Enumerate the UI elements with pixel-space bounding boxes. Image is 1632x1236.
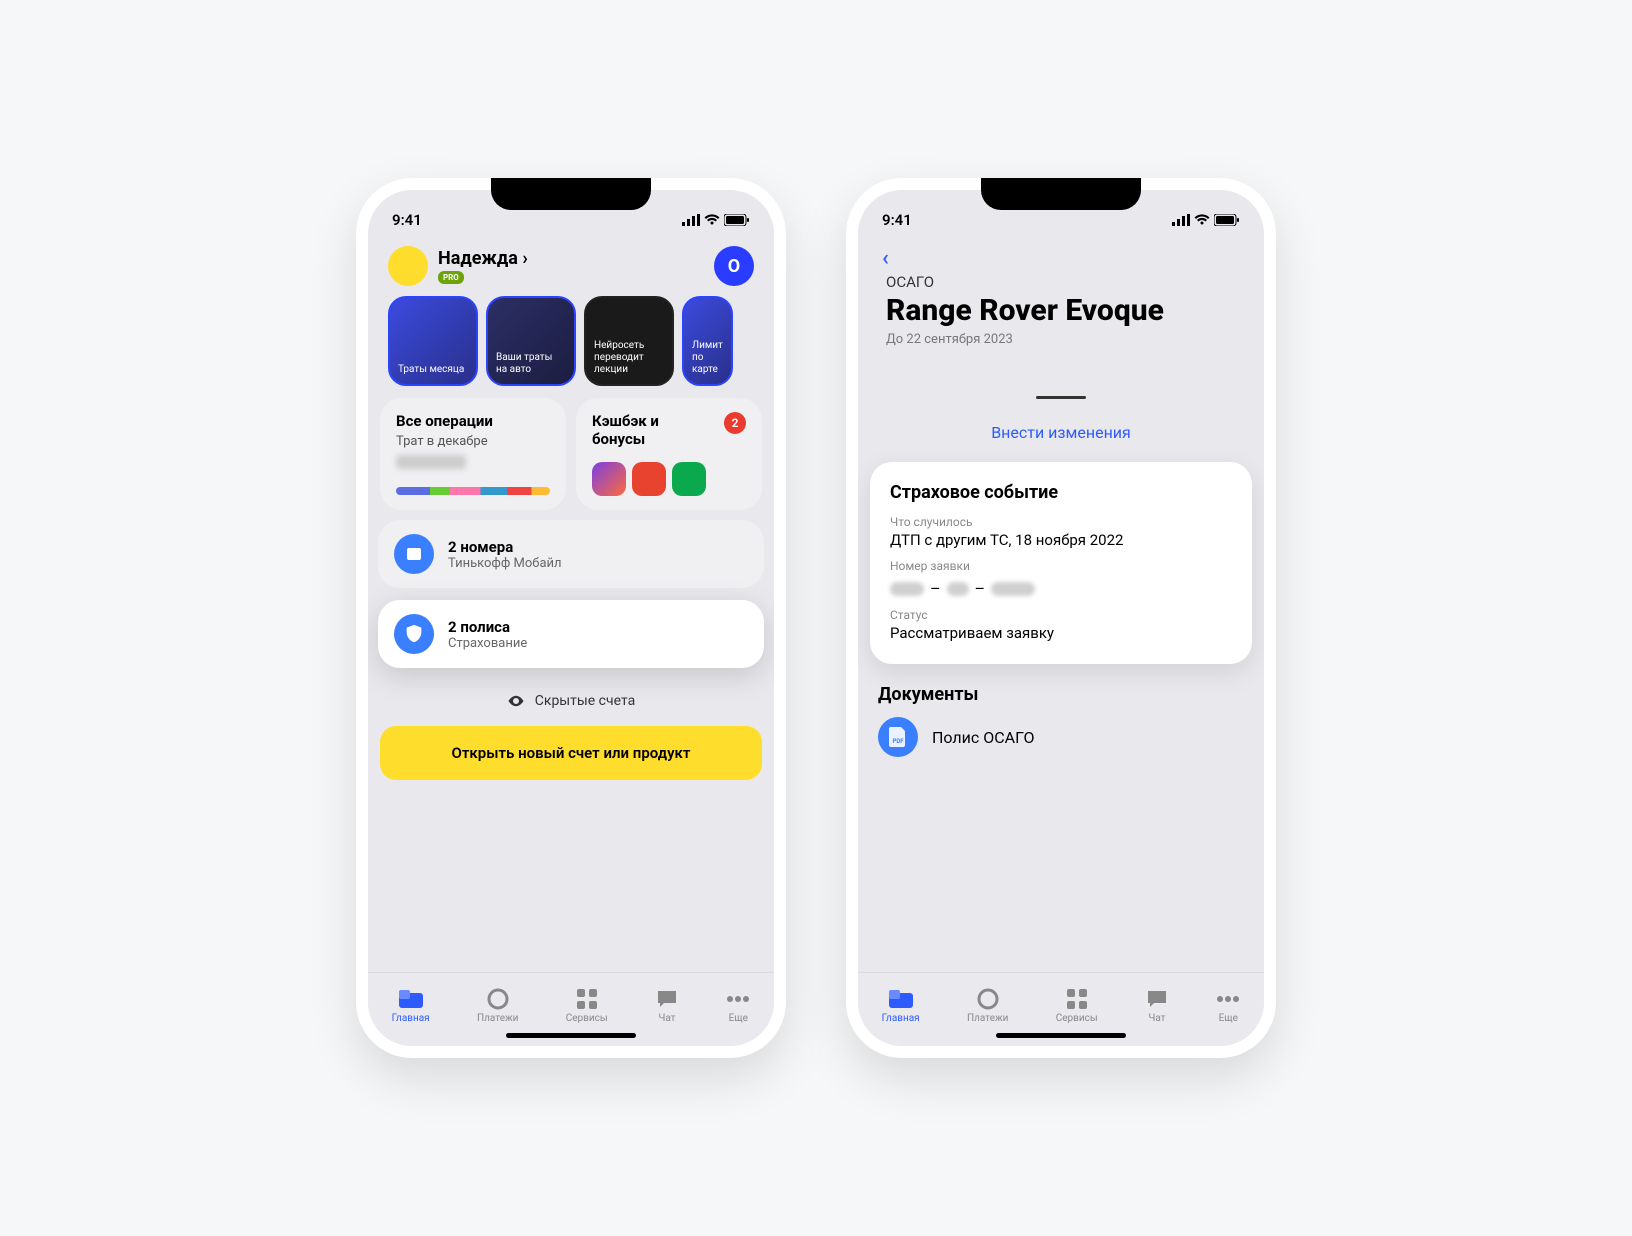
delivery-icon: [632, 462, 666, 496]
cellular-icon: [1172, 214, 1190, 226]
tab-payments[interactable]: Платежи: [477, 988, 518, 1024]
payments-icon: [976, 988, 1000, 1010]
services-icon: [575, 988, 599, 1010]
back-button[interactable]: ‹: [868, 238, 1254, 271]
chat-icon: [655, 988, 679, 1010]
cashback-card[interactable]: Кэшбэк и бонусы 2: [576, 398, 762, 510]
cashback-icons: [592, 462, 746, 496]
phone-policy: 9:41 ‹ ОСАГО Range Rover Evoque До 22 се…: [846, 178, 1276, 1058]
home-indicator: [506, 1033, 636, 1038]
tab-services[interactable]: Сервисы: [1056, 988, 1098, 1024]
tab-chat[interactable]: Чат: [1145, 988, 1169, 1024]
more-icon: [1216, 988, 1240, 1010]
insurance-item[interactable]: 2 полиса Страхование: [378, 600, 764, 668]
services-icon: [1065, 988, 1089, 1010]
story-ai[interactable]: Нейросеть переводит лекции: [584, 296, 674, 386]
home-icon: [399, 988, 423, 1010]
profile-header[interactable]: Надежда › PRO: [388, 246, 528, 286]
more-icon: [726, 988, 750, 1010]
event-status-value: Рассматриваем заявку: [890, 624, 1232, 642]
tab-services[interactable]: Сервисы: [566, 988, 608, 1024]
tab-more[interactable]: Еще: [726, 988, 750, 1024]
event-what-value: ДТП с другим ТС, 18 ноября 2022: [890, 531, 1232, 549]
status-time: 9:41: [882, 211, 912, 229]
status-icons: [1172, 214, 1240, 226]
status-time: 9:41: [392, 211, 422, 229]
cellular-icon: [682, 214, 700, 226]
sim-icon: [394, 534, 434, 574]
battery-icon: [1214, 214, 1240, 226]
story-limit[interactable]: Лимит по карте: [682, 296, 733, 386]
insurance-sub: Страхование: [448, 636, 527, 651]
event-what-label: Что случилось: [890, 515, 1232, 529]
tab-home[interactable]: Главная: [882, 988, 920, 1024]
ops-sub: Трат в декабре: [396, 434, 550, 449]
story-auto[interactable]: Ваши траты на авто: [486, 296, 576, 386]
document-policy[interactable]: PDF Полис ОСАГО: [868, 717, 1254, 771]
hidden-accounts[interactable]: Скрытые счета: [378, 680, 764, 726]
eye-icon: [507, 692, 525, 710]
edit-policy-link[interactable]: Внести изменения: [868, 399, 1254, 462]
policy-type: ОСАГО: [886, 273, 1236, 291]
wifi-icon: [1194, 214, 1210, 226]
stories-row: Траты месяца Ваши траты на авто Нейросет…: [378, 292, 764, 398]
chat-icon: [1145, 988, 1169, 1010]
story-spending[interactable]: Траты месяца: [388, 296, 478, 386]
user-name: Надежда ›: [438, 248, 528, 269]
mobile-item[interactable]: 2 номера Тинькофф Мобайл: [378, 520, 764, 588]
event-heading: Страховое событие: [890, 482, 1232, 503]
home-indicator: [996, 1033, 1126, 1038]
ops-title: Все операции: [396, 412, 550, 430]
wifi-icon: [704, 214, 720, 226]
notch: [491, 178, 651, 210]
chevron-left-icon: ‹: [882, 246, 889, 271]
open-product-button[interactable]: Открыть новый счет или продукт: [380, 726, 762, 780]
documents-heading: Документы: [868, 684, 1254, 717]
partner-avatar[interactable]: O: [714, 246, 754, 286]
shop-icon: [592, 462, 626, 496]
pdf-icon: PDF: [878, 717, 918, 757]
phone-home: 9:41 Надежда › PRO O: [356, 178, 786, 1058]
shield-icon: [394, 614, 434, 654]
policy-card-preview[interactable]: [886, 377, 1236, 399]
event-claim-label: Номер заявки: [890, 559, 1232, 573]
tab-more[interactable]: Еще: [1216, 988, 1240, 1024]
cashback-title: Кэшбэк и бонусы: [592, 412, 692, 448]
battery-icon: [724, 214, 750, 226]
policy-valid-until: До 22 сентября 2023: [886, 332, 1236, 347]
tab-payments[interactable]: Платежи: [967, 988, 1008, 1024]
doc-name: Полис ОСАГО: [932, 728, 1034, 747]
notch: [981, 178, 1141, 210]
tab-chat[interactable]: Чат: [655, 988, 679, 1024]
home-icon: [889, 988, 913, 1010]
cashback-badge: 2: [724, 412, 746, 434]
amount-blurred: [396, 455, 466, 469]
tab-home[interactable]: Главная: [392, 988, 430, 1024]
payments-icon: [486, 988, 510, 1010]
insurance-title: 2 полиса: [448, 618, 527, 636]
pro-badge: PRO: [438, 271, 464, 284]
policy-vehicle: Range Rover Evoque: [886, 293, 1236, 328]
status-icons: [682, 214, 750, 226]
mobile-sub: Тинькофф Мобайл: [448, 556, 562, 571]
event-status-label: Статус: [890, 608, 1232, 622]
mobile-title: 2 номера: [448, 538, 562, 556]
avatar-icon: [388, 246, 428, 286]
spending-bar: [396, 487, 550, 495]
operations-card[interactable]: Все операции Трат в декабре: [380, 398, 566, 510]
claim-number-blurred: ––: [890, 579, 1232, 598]
insurance-event-card: Страховое событие Что случилось ДТП с др…: [870, 462, 1252, 664]
grocery-icon: [672, 462, 706, 496]
